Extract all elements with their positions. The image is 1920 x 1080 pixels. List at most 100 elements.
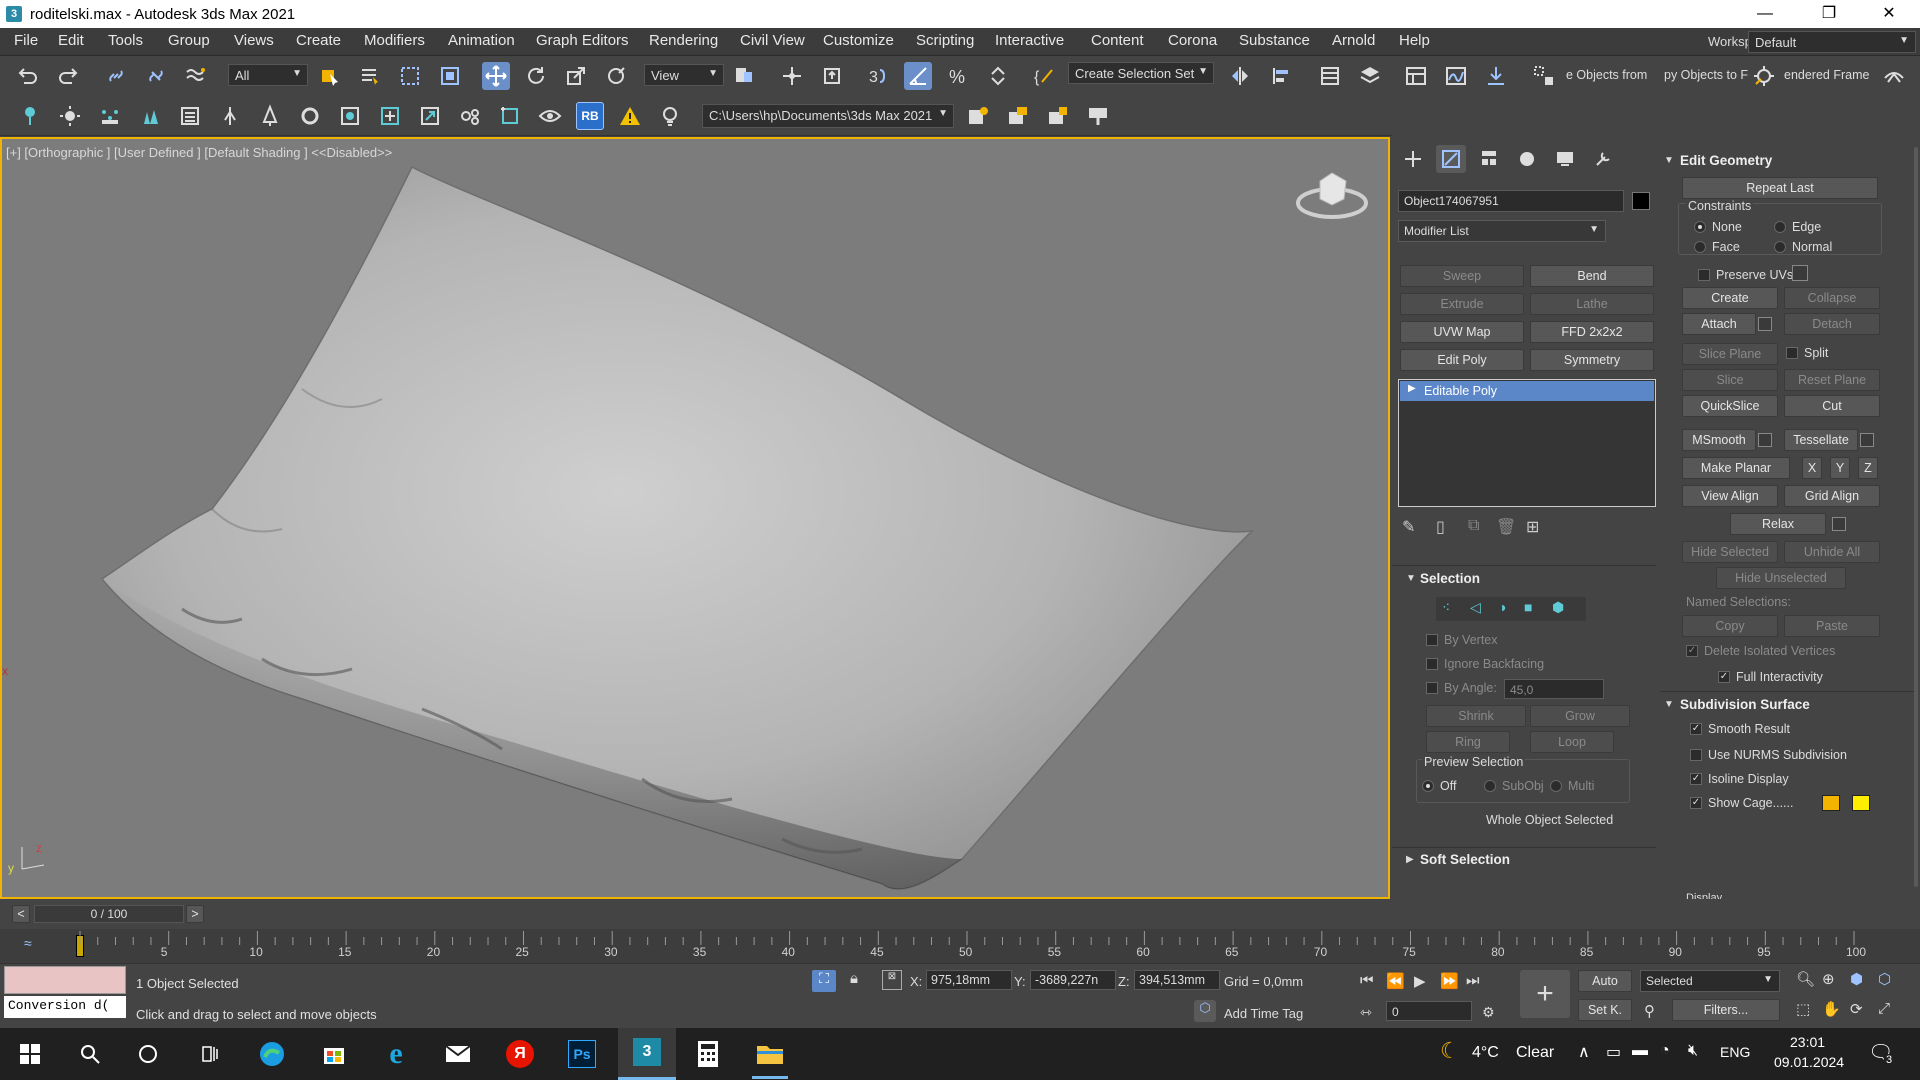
collapse-arrow-icon[interactable]: ▼ — [1406, 573, 1416, 584]
export-frame-icon[interactable] — [416, 102, 444, 130]
gear-cluster-icon[interactable] — [456, 102, 484, 130]
object-name-field[interactable]: Object174067951 — [1398, 190, 1624, 212]
keyboard-shortcut-override-icon[interactable] — [818, 62, 846, 90]
quickslice-button[interactable]: QuickSlice — [1682, 395, 1778, 417]
mirror-icon[interactable] — [1226, 62, 1254, 90]
planar-x-button[interactable]: X — [1802, 457, 1822, 479]
angle-snap-icon[interactable] — [904, 62, 932, 90]
isolate-selection-icon[interactable]: ⛶ — [812, 970, 836, 992]
menu-create[interactable]: Create — [296, 32, 341, 49]
auto-key-button[interactable]: Auto — [1578, 970, 1632, 992]
redo-icon[interactable] — [54, 62, 82, 90]
selection-rollout-title[interactable]: Selection — [1420, 571, 1480, 586]
minimize-button[interactable]: — — [1736, 0, 1794, 28]
hide-unselected-button[interactable]: Hide Unselected — [1716, 567, 1846, 589]
by-angle-checkbox[interactable] — [1426, 682, 1438, 694]
select-by-name-icon[interactable] — [356, 62, 384, 90]
menu-content[interactable]: Content — [1091, 32, 1144, 49]
battery-icon[interactable]: ▬ — [1632, 1042, 1648, 1060]
preserve-uvs-settings-icon[interactable] — [1792, 265, 1808, 281]
time-tag-icon[interactable]: ⬡ — [1194, 1000, 1216, 1022]
menu-animation[interactable]: Animation — [448, 32, 515, 49]
align-icon[interactable] — [1268, 62, 1296, 90]
photoshop-icon[interactable]: Ps — [564, 1036, 600, 1072]
maximize-viewport-icon[interactable]: ⤢ — [1878, 1000, 1890, 1017]
reset-plane-button[interactable]: Reset Plane — [1784, 369, 1880, 391]
tray-chevron-up-icon[interactable]: ∧ — [1578, 1042, 1590, 1062]
hide-selected-button[interactable]: Hide Selected — [1682, 541, 1778, 563]
previous-frame-icon[interactable]: ⏪ — [1386, 972, 1405, 990]
copy-button[interactable]: Copy — [1682, 615, 1778, 637]
object-color-swatch[interactable] — [1632, 192, 1650, 210]
toggle-ribbon-icon[interactable] — [1402, 62, 1430, 90]
attach-settings-icon[interactable] — [1758, 317, 1772, 331]
lock-icon[interactable]: 🔒︎ — [850, 970, 858, 987]
msmooth-settings-icon[interactable] — [1758, 433, 1772, 447]
copy-objects-from-label[interactable]: e Objects from — [1566, 68, 1647, 82]
by-vertex-checkbox[interactable] — [1426, 634, 1438, 646]
mail-icon[interactable] — [440, 1036, 476, 1072]
language-indicator[interactable]: ENG — [1720, 1044, 1750, 1060]
taskbar-active-3dsmax[interactable]: 3 — [618, 1028, 676, 1080]
absolute-mode-icon[interactable]: ⊠ — [882, 970, 902, 990]
sun-light-icon[interactable] — [56, 102, 84, 130]
preview-multi-radio[interactable] — [1550, 780, 1562, 792]
select-and-move-icon[interactable] — [482, 62, 510, 90]
unhide-all-button[interactable]: Unhide All — [1784, 541, 1880, 563]
subdivision-rollout-title[interactable]: Subdivision Surface — [1680, 697, 1810, 712]
edit-poly-button[interactable]: Edit Poly — [1400, 349, 1524, 371]
zoom-icon[interactable]: 🔍︎ — [1796, 970, 1815, 988]
rectangular-selection-icon[interactable] — [396, 62, 424, 90]
current-frame-field[interactable]: 0 — [1386, 1001, 1472, 1021]
split-checkbox[interactable] — [1786, 347, 1798, 359]
ffd-button[interactable]: FFD 2x2x2 — [1530, 321, 1654, 343]
curve-editor-icon[interactable] — [1442, 62, 1470, 90]
isoline-display-checkbox[interactable]: ✓ — [1690, 773, 1702, 785]
soft-selection-rollout-title[interactable]: Soft Selection — [1420, 852, 1510, 867]
tree-icon[interactable] — [216, 102, 244, 130]
link-icon[interactable] — [102, 62, 130, 90]
reference-coordinate-dropdown[interactable]: View ▼ — [644, 64, 724, 86]
spinner-snap-icon[interactable] — [984, 62, 1012, 90]
symmetry-button[interactable]: Symmetry — [1530, 349, 1654, 371]
tree-white-icon[interactable] — [256, 102, 284, 130]
key-filter-dropdown[interactable]: Selected ▼ — [1640, 970, 1780, 992]
ring-button[interactable]: Ring — [1426, 731, 1510, 753]
file-explorer-icon[interactable] — [752, 1036, 788, 1072]
repeat-last-button[interactable]: Repeat Last — [1682, 177, 1878, 199]
bend-button[interactable]: Bend — [1530, 265, 1654, 287]
configure-sets-icon[interactable]: ⊞ — [1526, 517, 1539, 537]
menu-group[interactable]: Group — [168, 32, 210, 49]
menu-interactive[interactable]: Interactive — [995, 32, 1064, 49]
menu-civil-view[interactable]: Civil View — [740, 32, 805, 49]
key-mode-icon[interactable]: ⚲ — [1644, 1002, 1655, 1020]
pan-icon[interactable]: ✋ — [1822, 1000, 1841, 1018]
constraint-none-radio[interactable] — [1694, 221, 1706, 233]
render-frame-icon[interactable] — [336, 102, 364, 130]
internet-explorer-icon[interactable]: e — [378, 1036, 414, 1072]
grow-button[interactable]: Grow — [1530, 705, 1630, 727]
undo-icon[interactable] — [14, 62, 42, 90]
edge-icon[interactable]: ◁ — [1470, 599, 1481, 616]
vertex-icon[interactable]: ⁖ — [1442, 599, 1450, 616]
grid-align-button[interactable]: Grid Align — [1784, 485, 1880, 507]
add-time-tag-button[interactable]: Add Time Tag — [1224, 1006, 1303, 1021]
crop-icon[interactable] — [496, 102, 524, 130]
extrude-button[interactable]: Extrude — [1400, 293, 1524, 315]
expand-arrow-icon[interactable]: ▶ — [1408, 383, 1416, 394]
create-button[interactable]: Create — [1682, 287, 1778, 309]
project-path-dropdown[interactable]: C:\Users\hp\Documents\3ds Max 2021 ▼ — [702, 104, 954, 128]
snaps-toggle-icon[interactable]: 3 — [864, 62, 892, 90]
create-light-icon[interactable] — [16, 102, 44, 130]
planar-y-button[interactable]: Y — [1830, 457, 1850, 479]
constraint-face-radio[interactable] — [1694, 241, 1706, 253]
edit-geometry-rollout-title[interactable]: Edit Geometry — [1680, 153, 1772, 168]
clock-date[interactable]: 09.01.2024 — [1774, 1054, 1844, 1070]
modify-tab-icon[interactable] — [1436, 145, 1466, 173]
edge-browser-icon[interactable] — [254, 1036, 290, 1072]
planar-z-button[interactable]: Z — [1858, 457, 1878, 479]
weather-moon-icon[interactable]: ☾ — [1440, 1038, 1460, 1064]
make-planar-button[interactable]: Make Planar — [1682, 457, 1790, 479]
viewcube[interactable] — [1296, 163, 1370, 223]
zoom-extents-icon[interactable]: ⬢ — [1850, 970, 1863, 988]
